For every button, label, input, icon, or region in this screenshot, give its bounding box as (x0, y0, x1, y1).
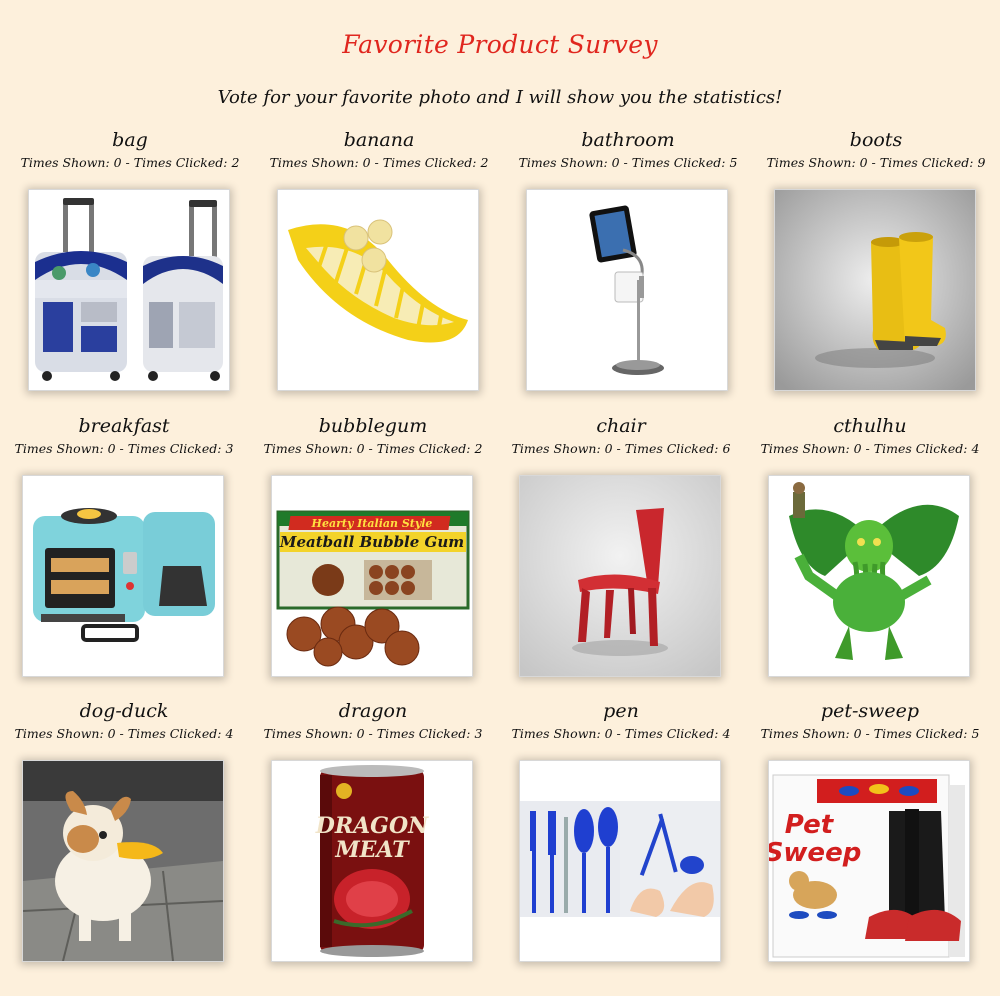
product-name: dog-duck (79, 700, 169, 722)
product-card-boots: boots Times Shown: 0 - Times Clicked: 9 (756, 128, 996, 171)
photo-text: Sweep (769, 838, 861, 868)
product-stats: Times Shown: 0 - Times Clicked: 6 (511, 441, 731, 456)
photo-text: DRAGON (315, 813, 429, 839)
product-name: pen (603, 700, 639, 722)
product-stats: Times Shown: 0 - Times Clicked: 5 (760, 726, 980, 741)
product-stats: Times Shown: 0 - Times Clicked: 4 (511, 726, 731, 741)
product-name: breakfast (78, 415, 170, 437)
page-title: Favorite Product Survey (342, 30, 658, 59)
photo-text: Hearty Italian Style (311, 517, 433, 530)
red-chair-photo[interactable] (520, 476, 720, 676)
photo-text: Meatball Bubble Gum (279, 533, 464, 551)
product-row: bag Times Shown: 0 - Times Clicked: 2 ba… (0, 128, 1000, 414)
product-name: banana (343, 129, 415, 151)
product-name: bag (112, 129, 148, 151)
product-card-breakfast: breakfast Times Shown: 0 - Times Clicked… (4, 414, 244, 457)
product-card-pen: pen Times Shown: 0 - Times Clicked: 4 (501, 699, 741, 742)
product-name: dragon (338, 700, 408, 722)
product-name: bubblegum (318, 415, 428, 437)
product-row: breakfast Times Shown: 0 - Times Clicked… (0, 414, 1000, 700)
photo-text: MEAT (334, 837, 410, 863)
product-name: cthulhu (833, 415, 907, 437)
product-card-dragon: dragon Times Shown: 0 - Times Clicked: 3 (253, 699, 493, 742)
product-stats: Times Shown: 0 - Times Clicked: 5 (518, 155, 738, 170)
banana-slicer-photo[interactable] (278, 190, 478, 390)
product-name: bathroom (581, 129, 675, 151)
yellow-boots-photo[interactable] (775, 190, 975, 390)
breakfast-station-photo[interactable] (23, 476, 223, 676)
product-stats: Times Shown: 0 - Times Clicked: 2 (269, 155, 489, 170)
product-stats: Times Shown: 0 - Times Clicked: 2 (263, 441, 483, 456)
pet-sweep-box-photo[interactable]: Pet Sweep (769, 761, 969, 961)
r2d2-suitcase-photo[interactable] (29, 190, 229, 390)
page-subtitle: Vote for your favorite photo and I will … (217, 87, 783, 108)
utensil-pens-photo[interactable] (520, 761, 720, 961)
product-stats: Times Shown: 0 - Times Clicked: 2 (20, 155, 240, 170)
product-stats: Times Shown: 0 - Times Clicked: 9 (766, 155, 986, 170)
dog-duck-muzzle-photo[interactable] (23, 761, 223, 961)
product-stats: Times Shown: 0 - Times Clicked: 4 (760, 441, 980, 456)
product-card-chair: chair Times Shown: 0 - Times Clicked: 6 (501, 414, 741, 457)
meatball-bubble-gum-photo[interactable]: Hearty Italian Style Meatball Bubble Gum (272, 476, 472, 676)
product-card-bubblegum: bubblegum Times Shown: 0 - Times Clicked… (253, 414, 493, 457)
tablet-toilet-paper-stand-photo[interactable] (527, 190, 727, 390)
product-stats: Times Shown: 0 - Times Clicked: 3 (14, 441, 234, 456)
product-card-banana: banana Times Shown: 0 - Times Clicked: 2 (259, 128, 499, 171)
product-card-bag: bag Times Shown: 0 - Times Clicked: 2 (10, 128, 250, 171)
product-name: chair (596, 415, 646, 437)
product-row: dog-duck Times Shown: 0 - Times Clicked:… (0, 699, 1000, 985)
photo-text: Pet (785, 810, 835, 840)
cthulhu-figure-photo[interactable] (769, 476, 969, 676)
product-name: pet-sweep (820, 700, 920, 722)
product-stats: Times Shown: 0 - Times Clicked: 3 (263, 726, 483, 741)
product-card-pet-sweep: pet-sweep Times Shown: 0 - Times Clicked… (750, 699, 990, 742)
product-card-cthulhu: cthulhu Times Shown: 0 - Times Clicked: … (750, 414, 990, 457)
product-card-dog-duck: dog-duck Times Shown: 0 - Times Clicked:… (4, 699, 244, 742)
product-name: boots (849, 129, 903, 151)
product-stats: Times Shown: 0 - Times Clicked: 4 (14, 726, 234, 741)
product-card-bathroom: bathroom Times Shown: 0 - Times Clicked:… (508, 128, 748, 171)
dragon-meat-can-photo[interactable]: DRAGON MEAT (272, 761, 472, 961)
